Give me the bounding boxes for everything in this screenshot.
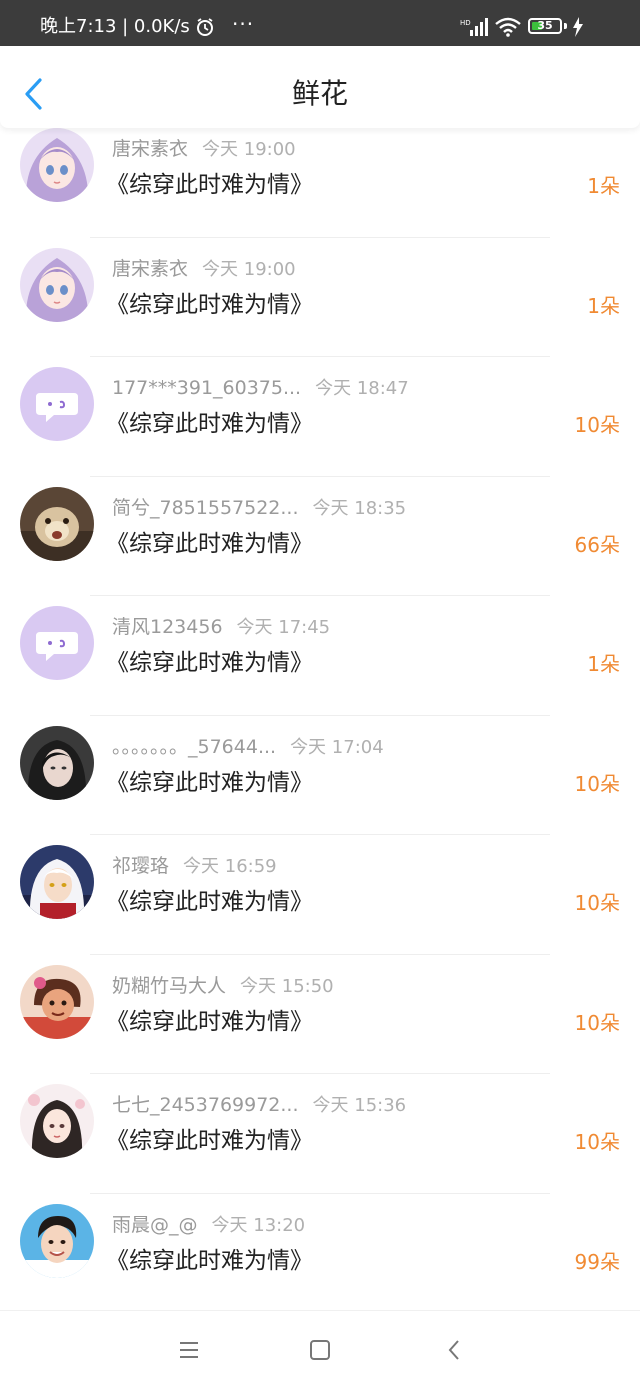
flower-count: 10朵 <box>574 771 620 796</box>
svg-text:HD: HD <box>460 19 471 27</box>
timestamp: 今天 19:00 <box>202 139 296 160</box>
flower-count: 1朵 <box>587 293 620 318</box>
flower-count: 1朵 <box>587 174 620 198</box>
wifi-icon <box>495 17 521 37</box>
user-name: 。。。。。。。_57644... <box>112 735 277 758</box>
flower-count: 10朵 <box>574 1010 620 1035</box>
timestamp: 今天 15:36 <box>312 1095 407 1116</box>
back-chevron-icon[interactable] <box>442 1337 468 1363</box>
avatar[interactable] <box>20 845 94 919</box>
timestamp: 今天 18:35 <box>312 497 407 519</box>
user-name: 奶糊竹马大人 <box>112 974 227 997</box>
user-name-line: 雨晨@_@ 今天 13:20 <box>112 1213 305 1238</box>
book-title: 《综穿此时难为情》 <box>106 291 313 318</box>
flower-count: 10朵 <box>574 413 620 437</box>
battery-level: 35 <box>537 19 553 32</box>
user-name: 唐宋素衣 <box>112 138 189 160</box>
list-item[interactable]: 唐宋素衣 今天 19:00 《综穿此时难为情》 1朵 <box>0 118 640 238</box>
timestamp: 今天 15:50 <box>240 975 334 997</box>
timestamp: 今天 13:20 <box>211 1214 306 1236</box>
user-name: 唐宋素衣 <box>112 257 189 280</box>
status-time: 晚上7:13 | 0.0K/s <box>40 16 190 37</box>
flower-count: 10朵 <box>574 891 620 915</box>
list-item[interactable]: 唐宋素衣 今天 19:00 《综穿此时难为情》 1朵 <box>0 238 640 357</box>
flower-count: 66朵 <box>574 532 620 557</box>
list-item[interactable]: 。。。。。。。_57644... 今天 17:04 《综穿此时难为情》 10朵 <box>0 716 640 835</box>
book-title: 《综穿此时难为情》 <box>106 1247 313 1274</box>
user-name: 清风123456 <box>112 616 223 638</box>
more-notifications-icon: ··· <box>232 12 255 36</box>
user-name: 七七_2453769972... <box>112 1094 299 1116</box>
avatar[interactable] <box>20 725 94 800</box>
timestamp: 今天 18:47 <box>315 378 409 399</box>
user-name-line: 清风123456 今天 17:45 <box>112 615 330 640</box>
list-item[interactable]: 清风123456 今天 17:45 《综穿此时难为情》 1朵 <box>0 596 640 716</box>
timestamp: 今天 19:00 <box>202 258 296 280</box>
menu-icon[interactable] <box>176 1337 202 1363</box>
user-name: 雨晨@_@ <box>112 1213 198 1236</box>
user-name-line: 简兮_7851557522... 今天 18:35 <box>112 496 406 521</box>
alarm-icon <box>197 18 213 36</box>
user-name: 简兮_7851557522... <box>112 496 299 519</box>
system-nav-bar <box>0 1310 640 1388</box>
list-item[interactable]: 七七_2453769972... 今天 15:36 《综穿此时难为情》 10朵 <box>0 1074 640 1194</box>
battery-tip <box>564 23 567 29</box>
avatar[interactable] <box>20 486 94 561</box>
timestamp: 今天 16:59 <box>183 856 277 877</box>
user-name: 祁璎珞 <box>112 855 170 877</box>
book-title: 《综穿此时难为情》 <box>106 411 313 437</box>
flower-count: 10朵 <box>574 1130 620 1154</box>
signal-icon: HD <box>460 18 488 36</box>
user-name: 177***391_60375... <box>112 377 302 399</box>
page-title: 鲜花 <box>291 77 348 110</box>
book-title: 《综穿此时难为情》 <box>106 530 313 557</box>
list-item[interactable]: 奶糊竹马大人 今天 15:50 《综穿此时难为情》 10朵 <box>0 955 640 1074</box>
flower-list: 唐宋素衣 今天 19:00 《综穿此时难为情》 1朵 唐宋素衣 今天 19:00 《… <box>0 118 640 1313</box>
user-name-line: 唐宋素衣 今天 19:00 <box>112 137 296 162</box>
list-item[interactable]: 祁璎珞 今天 16:59 《综穿此时难为情》 10朵 <box>0 835 640 955</box>
user-name-line: 祁璎珞 今天 16:59 <box>112 854 277 879</box>
flower-count: 99朵 <box>574 1249 620 1274</box>
list-item[interactable]: 177***391_60375... 今天 18:47 《综穿此时难为情》 10朵 <box>0 357 640 477</box>
avatar[interactable] <box>20 367 94 441</box>
user-name-line: 奶糊竹马大人 今天 15:50 <box>112 974 334 999</box>
battery-icon: 35 <box>528 18 562 34</box>
book-title: 《综穿此时难为情》 <box>106 172 313 198</box>
page-header: 鲜花 <box>0 46 640 128</box>
timestamp: 今天 17:04 <box>290 736 384 758</box>
avatar[interactable] <box>20 606 94 680</box>
book-title: 《综穿此时难为情》 <box>106 769 313 796</box>
user-name-line: 177***391_60375... 今天 18:47 <box>112 376 409 401</box>
user-name-line: 唐宋素衣 今天 19:00 <box>112 257 296 282</box>
avatar[interactable] <box>20 247 94 322</box>
charging-icon <box>573 17 583 37</box>
book-title: 《综穿此时难为情》 <box>106 1128 313 1154</box>
avatar[interactable] <box>20 128 94 202</box>
list-item[interactable]: 雨晨@_@ 今天 13:20 《综穿此时难为情》 99朵 <box>0 1194 640 1313</box>
status-bar: 晚上7:13 | 0.0K/s ··· HD 35 <box>0 0 640 46</box>
avatar[interactable] <box>20 1203 94 1278</box>
user-name-line: 。。。。。。。_57644... 今天 17:04 <box>112 735 384 760</box>
home-square-icon[interactable] <box>307 1337 333 1363</box>
flower-count: 1朵 <box>587 652 620 676</box>
avatar[interactable] <box>20 1084 94 1158</box>
list-item[interactable]: 简兮_7851557522... 今天 18:35 《综穿此时难为情》 66朵 <box>0 477 640 596</box>
book-title: 《综穿此时难为情》 <box>106 1008 313 1035</box>
avatar[interactable] <box>20 964 94 1039</box>
timestamp: 今天 17:45 <box>236 617 331 638</box>
user-name-line: 七七_2453769972... 今天 15:36 <box>112 1093 406 1118</box>
book-title: 《综穿此时难为情》 <box>106 889 313 915</box>
book-title: 《综穿此时难为情》 <box>106 650 313 676</box>
